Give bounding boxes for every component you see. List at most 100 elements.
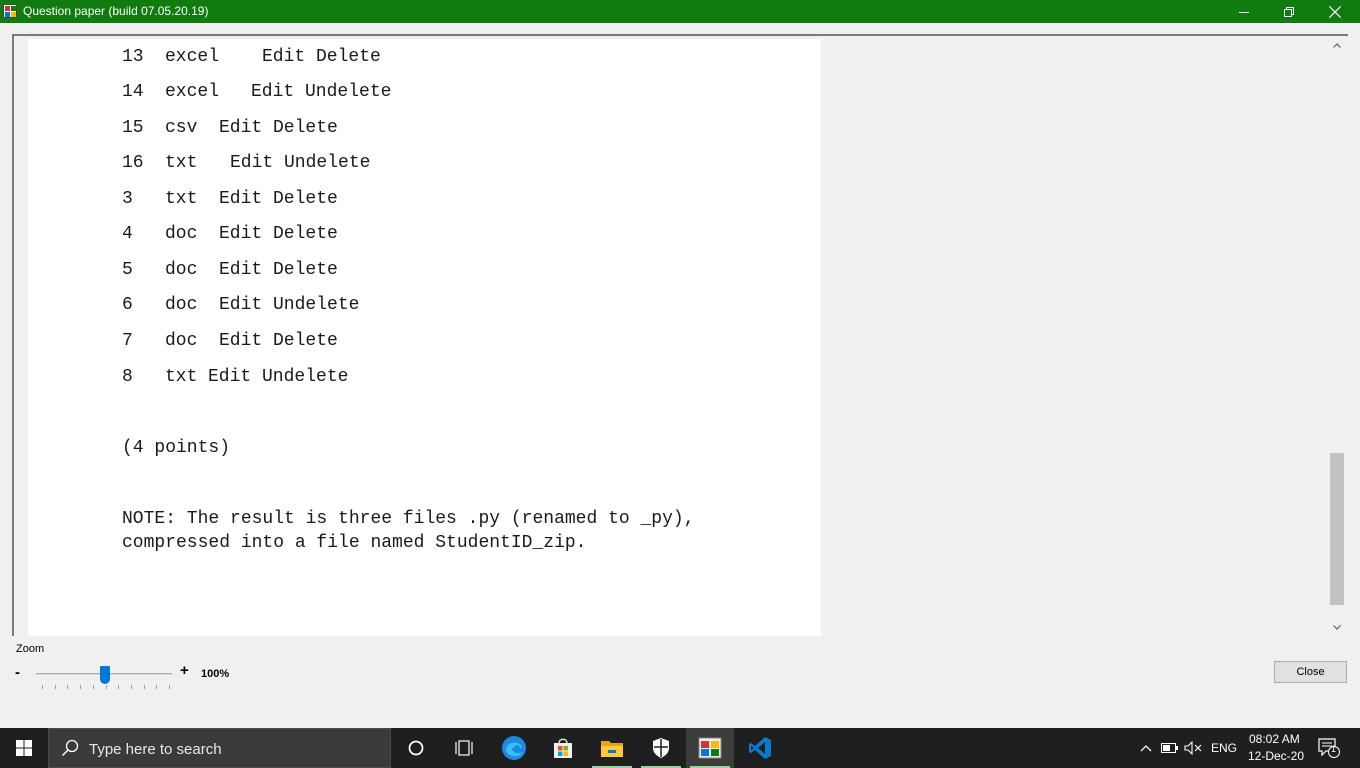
row-id: 13 [122,47,144,67]
store-button[interactable] [539,728,587,768]
zoom-tick [42,685,43,689]
search-icon [61,739,79,762]
row-id: 4 [122,224,133,244]
zoom-tick [105,685,107,689]
windows-logo-icon [16,740,32,756]
file-explorer-button[interactable] [588,728,636,768]
task-view-icon [455,740,473,756]
row-id: 14 [122,82,144,102]
show-hidden-icons-button[interactable] [1138,728,1154,768]
chevron-up-icon [1333,42,1341,48]
zoom-tick [92,685,94,689]
document-page: 13 excel Edit Delete 14 excel Edit Undelete 15… [28,39,821,636]
volume-muted-icon [1184,741,1202,755]
cortana-icon [408,740,424,756]
row-extension: doc [165,224,198,244]
close-button[interactable]: Close [1274,661,1347,683]
zoom-out-button[interactable]: - [15,664,20,681]
zoom-tick [169,685,170,689]
battery-icon [1161,743,1178,753]
minimize-button[interactable] [1221,0,1267,23]
minimize-icon [1239,11,1249,13]
row-actions: Edit Delete [219,224,338,244]
row-extension: txt [165,189,198,209]
row-actions: Edit Undelete [251,82,392,102]
scroll-down-button[interactable] [1328,618,1346,636]
row-extension: doc [165,295,198,315]
row-id: 7 [122,331,133,351]
scroll-up-button[interactable] [1328,36,1346,54]
zoom-label: Zoom [16,643,45,655]
security-icon [653,738,669,758]
note-line-1: NOTE: The result is three files .py (ren… [122,509,695,529]
zoom-tick [130,685,132,689]
row-extension: excel [165,82,220,102]
zoom-tick [67,685,69,689]
language-indicator[interactable]: ENG [1209,728,1239,768]
scroll-thumb[interactable] [1330,453,1344,605]
row-actions: Edit Undelete [230,153,371,173]
zoom-tick [118,685,120,689]
question-paper-app-icon [698,737,722,759]
row-actions: Edit Undelete [219,295,360,315]
chevron-down-icon [1333,624,1341,630]
row-actions: Edit Undelete [208,367,349,387]
restore-icon [1284,6,1294,17]
row-id: 6 [122,295,133,315]
app-icon [3,4,17,18]
notifications-button[interactable]: 1 [1316,728,1342,768]
row-extension: doc [165,260,198,280]
row-extension: excel [165,47,220,67]
zoom-tick [54,685,56,689]
row-actions: Edit Delete [219,260,338,280]
task-view-button[interactable] [440,728,488,768]
vscode-icon [749,737,771,759]
row-extension: doc [165,331,198,351]
vertical-scrollbar[interactable] [1328,36,1346,636]
cortana-button[interactable] [392,728,440,768]
row-extension: csv [165,118,198,138]
close-window-button[interactable] [1312,0,1358,23]
store-icon [554,738,572,758]
zoom-tick [143,685,145,689]
edge-icon [502,736,526,760]
title-bar: Question paper (build 07.05.20.19) [0,0,1360,23]
battery-button[interactable] [1160,728,1180,768]
notification-icon [1318,738,1340,758]
window-title: Question paper (build 07.05.20.19) [23,4,209,18]
row-id: 8 [122,367,133,387]
file-explorer-icon [601,741,623,757]
close-icon [1329,5,1341,18]
zoom-tick [156,685,158,689]
row-id: 3 [122,189,133,209]
clock-time[interactable]: 08:02 AM [1249,732,1300,746]
row-extension: txt [165,367,198,387]
security-button[interactable] [637,728,685,768]
points-text: (4 points) [122,438,231,458]
zoom-tick [80,685,82,689]
row-id: 16 [122,153,144,173]
note-line-2: compressed into a file named StudentID_z… [122,533,587,553]
row-id: 15 [122,118,144,138]
vscode-button[interactable] [736,728,784,768]
taskbar: Type here to search ENG 08:02 AM 12-Dec-… [0,728,1360,768]
edge-button[interactable] [490,728,538,768]
row-extension: txt [165,153,198,173]
clock-date[interactable]: 12-Dec-20 [1248,749,1304,763]
zoom-in-button[interactable]: + [180,662,189,679]
document-viewer[interactable]: 13 excel Edit Delete 14 excel Edit Undelete 15… [12,34,1348,636]
zoom-slider-thumb[interactable] [100,666,110,684]
question-paper-app-button[interactable] [686,728,734,768]
restore-button[interactable] [1266,0,1312,23]
row-actions: Edit Delete [219,118,338,138]
row-actions: Edit Delete [219,189,338,209]
row-id: 5 [122,260,133,280]
volume-button[interactable] [1183,728,1203,768]
chevron-up-icon [1140,745,1152,752]
start-button[interactable] [0,728,48,768]
row-actions: Edit Delete [219,331,338,351]
taskbar-search-box[interactable]: Type here to search [48,728,391,768]
zoom-value: 100% [201,668,230,680]
row-actions: Edit Delete [262,47,381,67]
search-placeholder: Type here to search [89,741,222,758]
